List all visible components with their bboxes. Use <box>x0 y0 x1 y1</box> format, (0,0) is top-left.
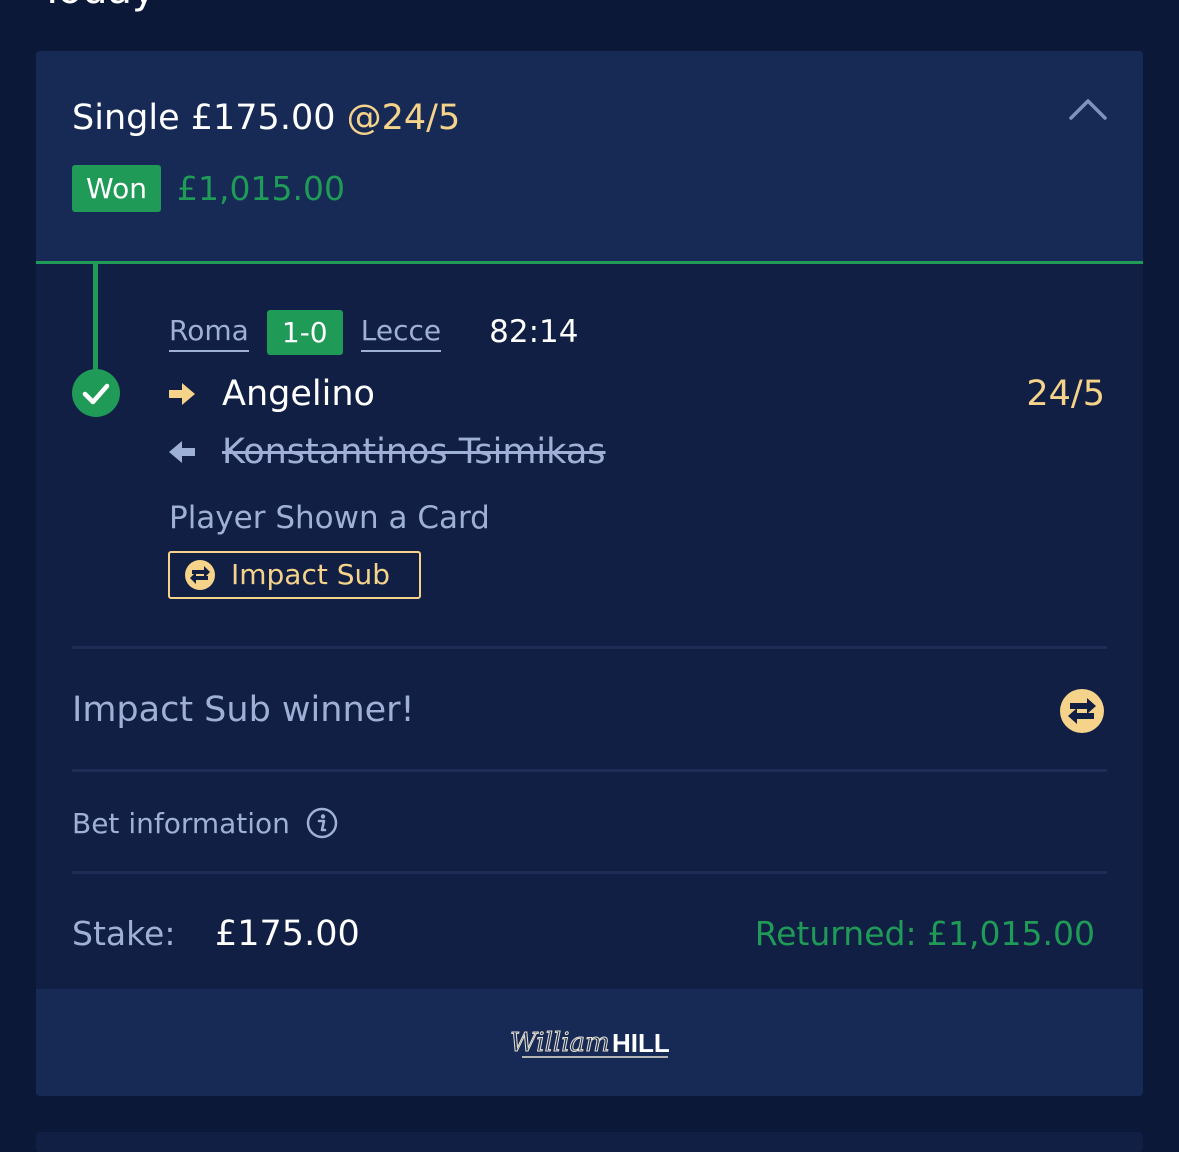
check-circle-icon <box>72 369 120 417</box>
score-badge: 1-0 <box>266 309 343 355</box>
card-footer: William HILL <box>36 989 1143 1096</box>
day-heading: Today <box>40 0 156 14</box>
market-name: Player Shown a Card <box>169 500 490 536</box>
impact-sub-label: Impact Sub <box>231 558 391 591</box>
svg-text:HILL: HILL <box>612 1028 670 1058</box>
bet-type: Single <box>72 98 180 138</box>
svg-text:William: William <box>510 1028 610 1058</box>
bet-stake: £175.00 <box>190 98 336 138</box>
impact-sub-winner-text: Impact Sub winner! <box>72 690 415 730</box>
divider <box>72 769 1107 772</box>
impact-sub-tag: Impact Sub <box>168 551 421 599</box>
bet-information-label: Bet information <box>72 806 290 840</box>
stake-label: Stake: <box>72 914 176 953</box>
next-bet-card <box>36 1132 1143 1152</box>
away-team-link[interactable]: Lecce <box>360 313 442 352</box>
player-out-name: Konstantinos Tsimikas <box>222 432 606 472</box>
returned-amount: Returned: £1,015.00 <box>754 914 1095 953</box>
bet-title: Single £175.00 @24/5 <box>72 95 460 141</box>
timeline-line <box>93 264 98 374</box>
bet-card-header[interactable]: Single £175.00 @24/5 Won £1,015.00 <box>36 51 1143 264</box>
player-in-name: Angelino <box>222 374 375 414</box>
bet-odds: @24/5 <box>346 98 461 138</box>
divider <box>72 871 1107 874</box>
match-clock: 82:14 <box>489 314 579 350</box>
match-row: Roma 1-0 Lecce 82:14 <box>169 308 578 356</box>
arrow-right-icon <box>169 383 195 405</box>
home-team-link[interactable]: Roma <box>169 313 249 352</box>
selection-odds: 24/5 <box>1026 374 1105 414</box>
won-amount: £1,015.00 <box>177 169 345 208</box>
chevron-up-icon[interactable] <box>1068 97 1108 121</box>
bet-card: Single £175.00 @24/5 Won £1,015.00 Roma … <box>36 51 1143 1096</box>
status-badge: Won <box>72 165 161 212</box>
bet-information-toggle[interactable]: Bet information <box>72 803 338 843</box>
william-hill-logo: William HILL <box>510 1028 670 1059</box>
info-circle-icon[interactable] <box>306 807 338 839</box>
stake-value: £175.00 <box>215 914 360 954</box>
divider <box>72 646 1107 649</box>
swap-arrows-icon <box>1060 689 1104 733</box>
arrow-left-icon <box>169 441 195 463</box>
swap-arrows-icon <box>185 560 215 590</box>
